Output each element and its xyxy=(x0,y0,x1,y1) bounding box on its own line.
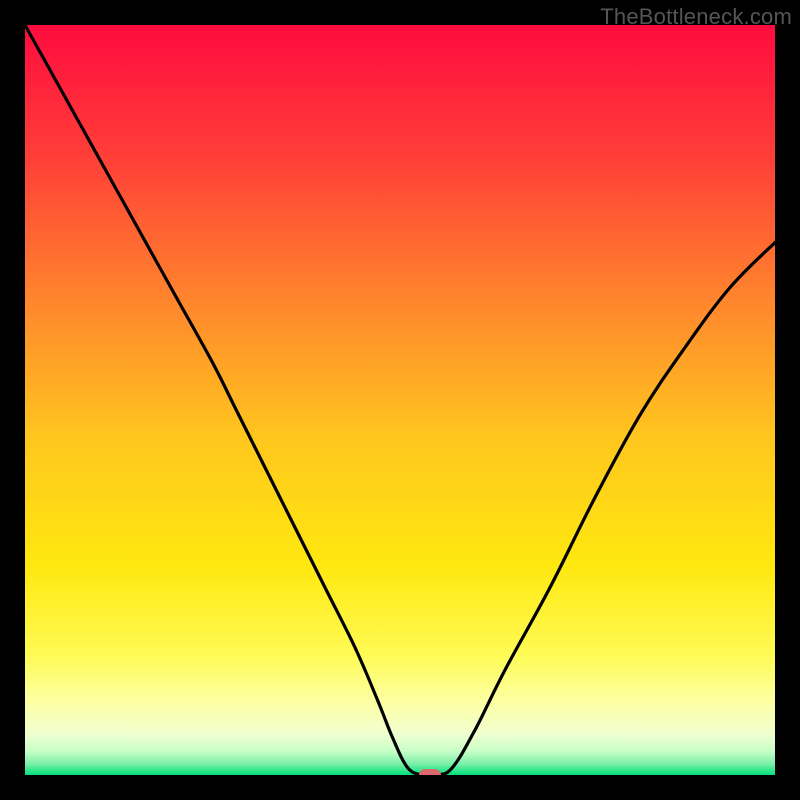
curve-layer xyxy=(25,25,775,775)
watermark-text: TheBottleneck.com xyxy=(600,4,792,30)
minimum-marker xyxy=(419,769,441,775)
plot-area xyxy=(25,25,775,775)
chart-stage: TheBottleneck.com xyxy=(0,0,800,800)
bottleneck-curve xyxy=(25,25,775,775)
